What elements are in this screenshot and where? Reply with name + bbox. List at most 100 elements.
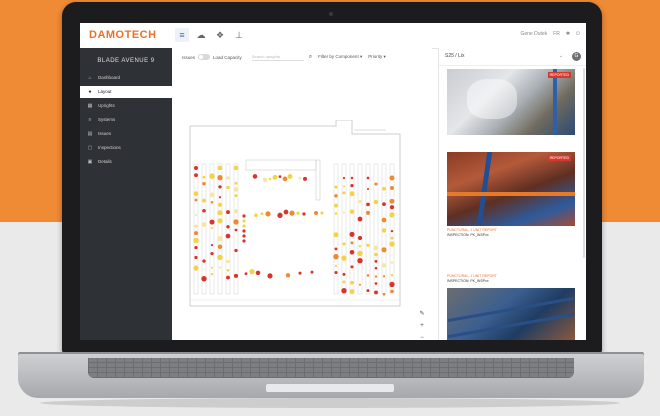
issue-marker[interactable] [366,187,370,191]
issue-marker[interactable] [382,202,386,207]
sidebar-item-inspections[interactable]: ▢ Inspections [80,142,172,154]
issue-marker[interactable] [357,235,363,241]
issue-marker[interactable] [242,219,246,223]
search-icon[interactable]: ⌕ [309,54,312,61]
issue-marker[interactable] [298,271,302,275]
issue-marker[interactable] [242,234,246,238]
issue-marker[interactable] [201,276,207,282]
issue-marker[interactable] [210,266,214,269]
issue-marker[interactable] [357,216,363,222]
issue-marker[interactable] [209,173,215,179]
issue-marker[interactable] [260,212,264,216]
issue-marker[interactable] [389,281,395,288]
issue-marker[interactable] [373,245,379,251]
issue-marker[interactable] [233,273,239,278]
issue-marker[interactable] [218,185,222,189]
issue-marker[interactable] [298,176,302,180]
issue-marker[interactable] [210,227,214,230]
hierarchy-icon[interactable]: ⊥ [232,28,246,42]
issue-marker[interactable] [334,203,338,208]
issue-marker[interactable] [255,270,261,276]
user-name[interactable]: Gene Dutek [520,31,547,37]
issue-marker[interactable] [342,185,346,188]
issue-marker[interactable] [210,272,214,276]
issue-marker[interactable] [310,270,314,274]
sidebar-item-details[interactable]: ▣ Details [80,156,172,168]
issue-marker[interactable] [350,280,354,285]
issue-marker[interactable] [349,231,355,237]
panel-scrollbar[interactable] [583,68,585,258]
issue-marker[interactable] [357,257,363,264]
filter-dropdown[interactable]: Filter by Component ▾ [318,54,362,60]
power-icon[interactable]: ⏻ [576,31,580,37]
issue-marker[interactable] [209,192,215,198]
issue-marker[interactable] [366,176,370,180]
issue-marker[interactable] [202,198,206,203]
issue-marker[interactable] [381,217,387,223]
issue-marker[interactable] [202,259,206,263]
settings-icon[interactable]: ✱ [566,31,570,37]
sidebar-item-uprights[interactable]: ▦ Uprights [80,100,172,112]
issue-marker[interactable] [225,233,231,239]
issue-marker[interactable] [349,191,355,197]
sidebar-item-systems[interactable]: ≡ Systems [80,114,172,126]
issue-marker[interactable] [342,176,346,180]
issue-marker[interactable] [366,202,370,207]
issue-marker[interactable] [374,275,378,278]
issue-marker[interactable] [234,248,238,253]
priority-dropdown[interactable]: Priority ▾ [368,54,386,60]
issue-marker[interactable] [382,292,386,296]
issue-marker[interactable] [381,263,387,268]
issue-marker[interactable] [252,174,258,179]
issue-marker[interactable] [334,270,338,275]
issue-marker[interactable] [201,222,207,227]
issue-marker[interactable] [226,259,230,264]
issue-marker[interactable] [349,249,355,255]
issue-marker[interactable] [342,272,346,276]
issue-marker[interactable] [226,269,230,272]
issue-marker[interactable] [282,176,288,182]
issue-marker[interactable] [233,165,239,171]
issue-marker[interactable] [217,244,223,250]
issue-marker[interactable] [381,228,387,233]
issue-marker[interactable] [218,196,222,199]
issue-marker[interactable] [389,212,395,218]
photo-thumbnail-2[interactable]: REPORTED [447,152,575,226]
issue-marker[interactable] [374,252,378,257]
issue-marker[interactable] [194,255,198,260]
issue-marker[interactable] [194,214,198,217]
issue-marker[interactable] [242,229,246,233]
issue-marker[interactable] [217,175,223,181]
cloud-icon[interactable]: ☁ [194,28,208,42]
photo-thumbnail-3[interactable] [447,288,575,340]
issue-marker[interactable] [226,210,230,215]
issue-marker[interactable] [342,242,346,246]
issue-marker[interactable] [333,253,339,260]
issue-marker[interactable] [262,177,268,183]
issue-marker[interactable] [334,194,338,198]
issue-marker[interactable] [285,273,291,278]
issue-marker[interactable] [202,181,206,186]
issue-marker[interactable] [333,232,339,238]
issue-marker[interactable] [278,175,282,179]
issue-marker[interactable] [194,246,198,250]
issue-marker[interactable] [390,274,394,277]
issue-marker[interactable] [234,228,238,232]
issue-marker[interactable] [366,289,370,293]
issue-marker[interactable] [389,241,395,247]
photo-thumbnail-1[interactable]: REPORTED [447,69,575,135]
issue-marker[interactable] [381,247,387,253]
issue-marker[interactable] [313,210,319,215]
issue-marker[interactable] [217,210,223,216]
issue-marker[interactable] [342,280,346,284]
issue-marker[interactable] [389,205,395,210]
issue-marker[interactable] [194,231,198,236]
issue-marker[interactable] [296,211,300,215]
issue-marker[interactable] [342,211,346,214]
issue-marker[interactable] [249,268,255,275]
issue-marker[interactable] [226,185,230,190]
issue-marker[interactable] [334,185,338,189]
issues-toggle[interactable] [198,54,211,60]
issue-marker[interactable] [277,212,283,218]
issue-marker[interactable] [234,194,238,198]
